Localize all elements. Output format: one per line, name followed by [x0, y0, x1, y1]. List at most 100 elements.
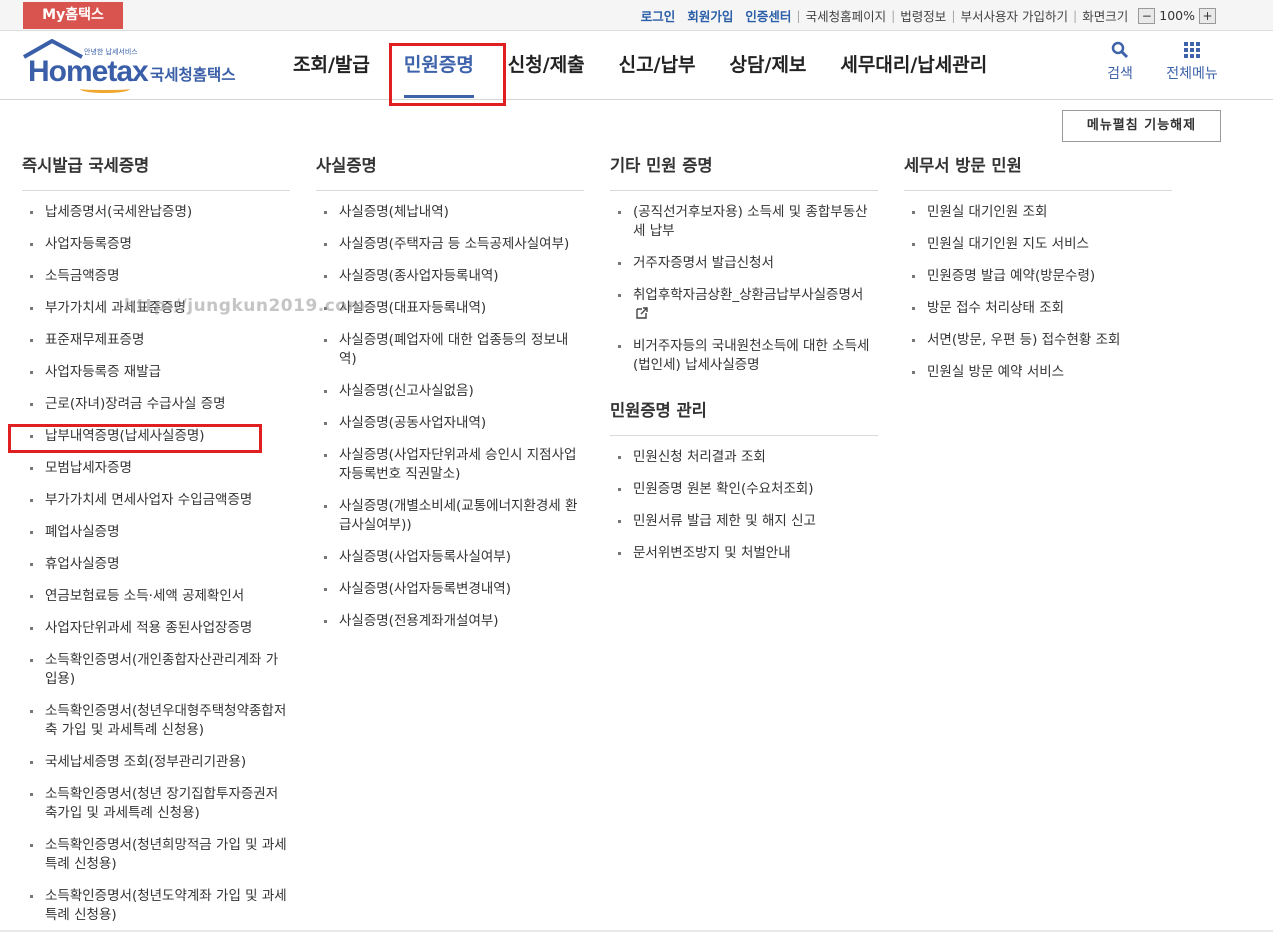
menu-item[interactable]: 사실증명(폐업자에 대한 업종등의 정보내역) [316, 331, 584, 369]
nav-tax-agent[interactable]: 세무대리/납세관리 [840, 31, 987, 100]
menu-item[interactable]: 사실증명(사업자등록변경내역) [316, 580, 584, 599]
menu-item-label: 부가가치세 면세사업자 수입금액증명 [45, 492, 253, 508]
menu-item[interactable]: 민원서류 발급 제한 및 해지 신고 [610, 512, 878, 531]
menu-item[interactable]: 모범납세자증명 [22, 459, 290, 478]
menu-item[interactable]: 소득확인증명서(청년우대형주택청약종합저축 가입 및 과세특례 신청용) [22, 702, 290, 740]
menu-item-label: 민원증명 발급 예약(방문수령) [927, 268, 1096, 284]
menu-item-label: 문서위변조방지 및 처벌안내 [633, 545, 791, 561]
hometax-logo[interactable]: 안녕한 납세서비스 Hometax 국세청홈택스 [22, 39, 252, 95]
nts-homepage-link[interactable]: 국세청홈페이지 [806, 6, 887, 25]
menu-item-label: (공직선거후보자용) 소득세 및 종합부동산세 납부 [633, 204, 868, 239]
cert-center-link[interactable]: 인증센터 [745, 6, 791, 25]
menu-item[interactable]: 폐업사실증명 [22, 523, 290, 542]
menu-item[interactable]: 사실증명(공동사업자내역) [316, 414, 584, 433]
dept-user-signup-link[interactable]: 부서사용자 가입하기 [961, 6, 1068, 25]
all-menu-button[interactable]: 전체메뉴 [1162, 41, 1222, 83]
column-title: 즉시발급 국세증명 [22, 152, 290, 191]
menu-item[interactable]: 사실증명(종사업자등록내역) [316, 267, 584, 286]
menu-item[interactable]: 민원신청 처리결과 조회 [610, 448, 878, 467]
menu-item[interactable]: 사실증명(체납내역) [316, 203, 584, 222]
menu-item-label: 사실증명(개별소비세(교통에너지환경세 환급사실여부)) [339, 498, 578, 533]
menu-item-label: 사실증명(사업자단위과세 승인시 지점사업자등록번호 직권말소) [339, 447, 577, 482]
menu-item[interactable]: 사실증명(신고사실없음) [316, 382, 584, 401]
menu-item[interactable]: 사실증명(사업자단위과세 승인시 지점사업자등록번호 직권말소) [316, 446, 584, 484]
menu-list: 민원실 대기인원 조회민원실 대기인원 지도 서비스민원증명 발급 예약(방문수… [904, 203, 1172, 382]
menu-item[interactable]: 소득금액증명 [22, 267, 290, 286]
menu-item[interactable]: 근로(자녀)장려금 수급사실 증명 [22, 395, 290, 414]
search-icon [1111, 41, 1129, 59]
grid-icon [1184, 42, 1200, 58]
menu-list: 사실증명(체납내역) 사실증명(주택자금 등 소득공제사실여부) 사실증명(종사업자… [316, 203, 584, 631]
menu-item[interactable]: 사업자등록증명 [22, 235, 290, 254]
column-instant-tax-certificates: 즉시발급 국세증명 납세증명서(국세완납증명) 사업자등록증명소득금액증명부가가치… [22, 152, 290, 932]
login-link[interactable]: 로그인 [641, 6, 676, 25]
column-title: 세무서 방문 민원 [904, 152, 1172, 191]
menu-item[interactable]: 휴업사실증명 [22, 555, 290, 574]
menu-item[interactable]: 사실증명(전용계좌개설여부) [316, 612, 584, 631]
column-other-certificates: 기타 민원 증명 (공직선거후보자용) 소득세 및 종합부동산세 납부거주자증명… [610, 152, 878, 576]
menu-item-label: 민원실 방문 예약 서비스 [927, 364, 1065, 380]
menu-item[interactable]: 납세증명서(국세완납증명) [22, 203, 290, 222]
menu-item[interactable]: 민원증명 발급 예약(방문수령) [904, 267, 1172, 286]
menu-item[interactable]: 비거주자등의 국내원천소득에 대한 소득세(법인세) 납세사실증명 [610, 337, 878, 375]
column-title: 민원증명 관리 [610, 397, 878, 436]
menu-item-label: 소득확인증명서(청년희망적금 가입 및 과세특례 신청용) [45, 837, 287, 872]
nav-consult-report[interactable]: 상담/제보 [730, 31, 807, 100]
menu-item-label: 민원서류 발급 제한 및 해지 신고 [633, 513, 816, 529]
menu-item[interactable]: 부가가치세 면세사업자 수입금액증명 [22, 491, 290, 510]
menu-item[interactable]: 거주자증명서 발급신청서 [610, 254, 878, 273]
divider: | [891, 8, 896, 23]
menu-item[interactable]: 사실증명(개별소비세(교통에너지환경세 환급사실여부)) [316, 497, 584, 535]
signup-link[interactable]: 회원가입 [687, 6, 733, 25]
menu-item[interactable]: 소득확인증명서(청년도약계좌 가입 및 과세특례 신청용) [22, 887, 290, 925]
law-info-link[interactable]: 법령정보 [900, 6, 946, 25]
menu-item-label: 소득확인증명서(청년도약계좌 가입 및 과세특례 신청용) [45, 888, 287, 923]
my-hometax-button[interactable]: My홈택스 [23, 2, 123, 29]
menu-item[interactable]: 민원증명 원본 확인(수요처조회) [610, 480, 878, 499]
menu-item-label: 근로(자녀)장려금 수급사실 증명 [45, 396, 226, 412]
menu-item[interactable]: 소득확인증명서(개인종합자산관리계좌 가입용) [22, 651, 290, 689]
logo-wordmark: Hometax [28, 55, 149, 88]
menu-item-label: 소득확인증명서(청년우대형주택청약종합저축 가입 및 과세특례 신청용) [45, 703, 287, 738]
menu-item[interactable]: 문서위변조방지 및 처벌안내 [610, 544, 878, 563]
menu-item[interactable]: 사업자등록증 재발급 [22, 363, 290, 382]
menu-item-label: 소득확인증명서(개인종합자산관리계좌 가입용) [45, 652, 279, 687]
nav-report-payment[interactable]: 신고/납부 [619, 31, 696, 100]
menu-item-label: 사실증명(주택자금 등 소득공제사실여부) [339, 236, 570, 252]
menu-item[interactable]: 서면(방문, 우편 등) 접수현황 조회 [904, 331, 1172, 350]
menu-item[interactable]: 사실증명(주택자금 등 소득공제사실여부) [316, 235, 584, 254]
nav-inquiry-issue[interactable]: 조회/발급 [293, 31, 370, 100]
menu-item[interactable]: 소득확인증명서(청년희망적금 가입 및 과세특례 신청용) [22, 836, 290, 874]
divider: | [796, 8, 801, 23]
zoom-out-button[interactable]: − [1138, 7, 1156, 24]
search-button[interactable]: 검색 [1090, 41, 1150, 83]
zoom-in-button[interactable]: + [1199, 7, 1216, 24]
menu-item[interactable]: 소득확인증명서(청년 장기집합투자증권저축가입 및 과세특례 신청용) [22, 785, 290, 823]
menu-item[interactable]: 민원실 대기인원 조회 [904, 203, 1172, 222]
menu-item[interactable]: 민원실 대기인원 지도 서비스 [904, 235, 1172, 254]
menu-item-label: 사실증명(신고사실없음) [339, 383, 474, 399]
nav-application[interactable]: 신청/제출 [508, 31, 585, 100]
menu-item[interactable]: 방문 접수 처리상태 조회 [904, 299, 1172, 318]
menu-item-label: 휴업사실증명 [45, 556, 120, 572]
menu-item-label: 사업자등록증명 [45, 236, 132, 252]
screen-size-label: 화면크기 [1082, 9, 1129, 24]
menu-item[interactable]: 취업후학자금상환_상환금납부사실증명서 [610, 286, 878, 324]
menu-item-label: 사실증명(공동사업자내역) [339, 415, 487, 431]
menu-item[interactable]: 표준재무제표증명 [22, 331, 290, 350]
menu-item-label: 폐업사실증명 [45, 524, 120, 540]
menu-item[interactable]: 사실증명(사업자등록사실여부) [316, 548, 584, 567]
menu-item[interactable]: 국세납세증명 조회(정부관리기관용) [22, 753, 290, 772]
search-label: 검색 [1107, 66, 1133, 82]
menu-item-label: 민원실 대기인원 지도 서비스 [927, 236, 1089, 252]
menu-item-label: 민원신청 처리결과 조회 [633, 449, 766, 465]
external-link-icon [636, 307, 648, 319]
menu-item[interactable]: (공직선거후보자용) 소득세 및 종합부동산세 납부 [610, 203, 878, 241]
menu-item[interactable]: 민원실 방문 예약 서비스 [904, 363, 1172, 382]
menu-item-label: 모범납세자증명 [45, 460, 132, 476]
menu-item[interactable]: 사업자단위과세 적용 종된사업장증명 [22, 619, 290, 638]
menu-expand-toggle-button[interactable]: 메뉴펼침 기능해제 [1062, 110, 1221, 142]
menu-item-label: 사실증명(체납내역) [339, 204, 449, 220]
column-title: 기타 민원 증명 [610, 152, 878, 191]
menu-item[interactable]: 연금보험료등 소득·세액 공제확인서 [22, 587, 290, 606]
